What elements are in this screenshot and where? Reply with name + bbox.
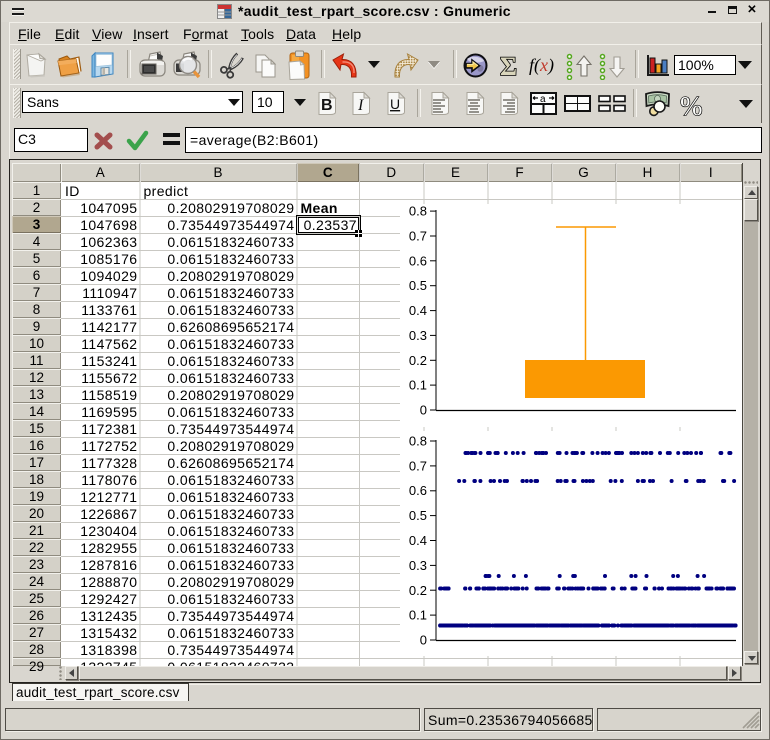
svg-text:0.4: 0.4 bbox=[409, 533, 427, 548]
svg-text:0.6: 0.6 bbox=[409, 483, 427, 498]
svg-text:Σ: Σ bbox=[500, 53, 517, 79]
svg-text:0.1: 0.1 bbox=[409, 378, 427, 393]
svg-text:0.8: 0.8 bbox=[409, 204, 427, 219]
svg-text:B: B bbox=[321, 97, 333, 114]
svg-text:0.1: 0.1 bbox=[409, 608, 427, 623]
svg-text:0.5: 0.5 bbox=[409, 278, 427, 293]
svg-text:0.8: 0.8 bbox=[409, 434, 427, 449]
svg-text:0.3: 0.3 bbox=[409, 328, 427, 343]
svg-text:0.7: 0.7 bbox=[409, 458, 427, 473]
svg-text:0.2: 0.2 bbox=[409, 353, 427, 368]
svg-text:%: % bbox=[680, 92, 703, 120]
svg-text:0.7: 0.7 bbox=[409, 229, 427, 244]
svg-text:U: U bbox=[390, 96, 400, 112]
svg-text:I: I bbox=[357, 97, 364, 114]
svg-text:0.6: 0.6 bbox=[409, 253, 427, 268]
svg-text:a: a bbox=[540, 94, 546, 105]
svg-text:0.4: 0.4 bbox=[409, 303, 427, 318]
svg-text:0.3: 0.3 bbox=[409, 558, 427, 573]
svg-text:0: 0 bbox=[420, 633, 427, 648]
svg-text:0.2: 0.2 bbox=[409, 583, 427, 598]
svg-text:0: 0 bbox=[420, 403, 427, 418]
svg-text:0.5: 0.5 bbox=[409, 508, 427, 523]
